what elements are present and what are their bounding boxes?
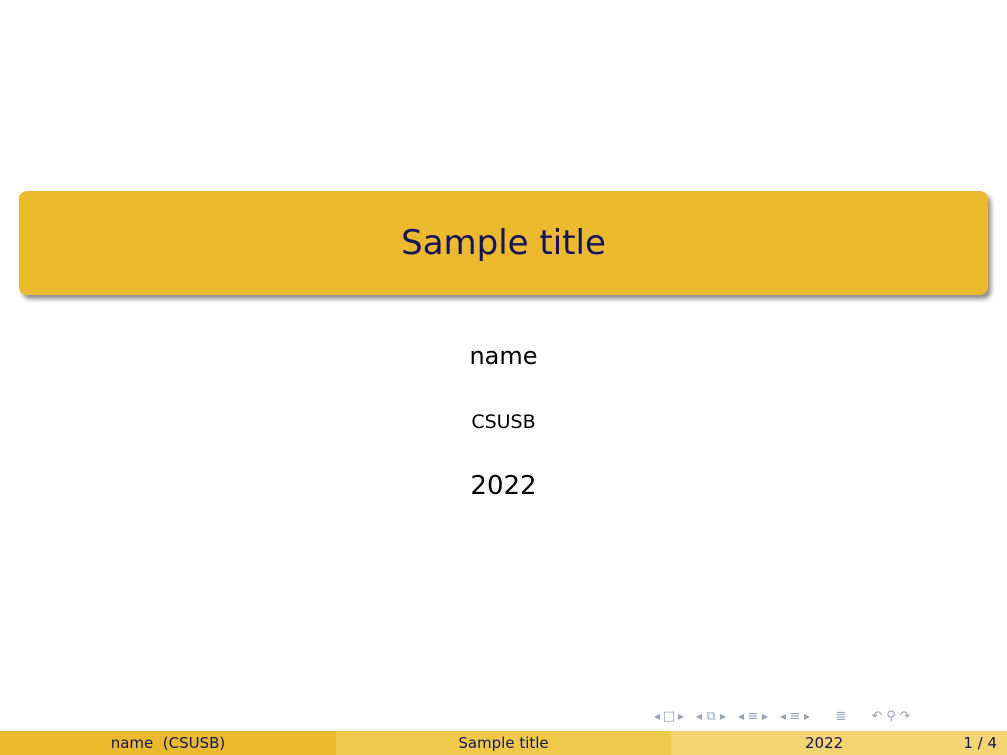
slide-next-icon[interactable]: ▶ [676,712,686,721]
footer-author-cell: name (CSUSB) [0,731,336,755]
footer-date-cell: 2022 1 / 4 [671,731,1007,755]
slide-title: Sample title [401,223,606,263]
undo-icon[interactable]: ↶ [870,709,884,724]
footer-page-number: 1 / 4 [963,734,997,752]
footer-author-institute: name (CSUSB) [110,734,226,752]
redo-icon[interactable]: ↷ [898,709,912,724]
title-box: Sample title [19,191,988,295]
subsection-nav-group: ◀ ≡ ▶ [736,709,770,724]
frame-prev-icon[interactable]: ◀ [694,712,704,721]
section-nav-group: ◀ ≡ ▶ [778,709,812,724]
frame-icon[interactable]: ⧉ [704,709,718,724]
footer-bar: name (CSUSB) Sample title 2022 1 / 4 [0,731,1007,755]
section-prev-icon[interactable]: ◀ [778,712,788,721]
slide-icon[interactable]: □ [662,709,676,724]
section-icon[interactable]: ≡ [788,709,802,724]
search-icon[interactable]: ⚲ [884,709,898,724]
toc-group: ≣ [834,709,848,724]
beamer-navigation: ◀ □ ▶ ◀ ⧉ ▶ ◀ ≡ ▶ ◀ ≡ ▶ ≣ ↶ ⚲ ↷ [652,706,920,726]
institute: CSUSB [471,411,536,433]
frame-nav-group: ◀ ⧉ ▶ [694,709,728,724]
section-next-icon[interactable]: ▶ [802,712,812,721]
subsection-next-icon[interactable]: ▶ [760,712,770,721]
search-group: ↶ ⚲ ↷ [870,709,912,724]
author-name: name [469,342,538,370]
toc-icon[interactable]: ≣ [834,709,848,724]
slide-prev-icon[interactable]: ◀ [652,712,662,721]
footer-date: 2022 [805,734,844,752]
footer-title: Sample title [458,734,549,752]
subsection-icon[interactable]: ≡ [746,709,760,724]
subsection-prev-icon[interactable]: ◀ [736,712,746,721]
footer-title-cell: Sample title [336,731,671,755]
date: 2022 [470,471,537,501]
slide-nav-group: ◀ □ ▶ [652,709,686,724]
frame-next-icon[interactable]: ▶ [718,712,728,721]
